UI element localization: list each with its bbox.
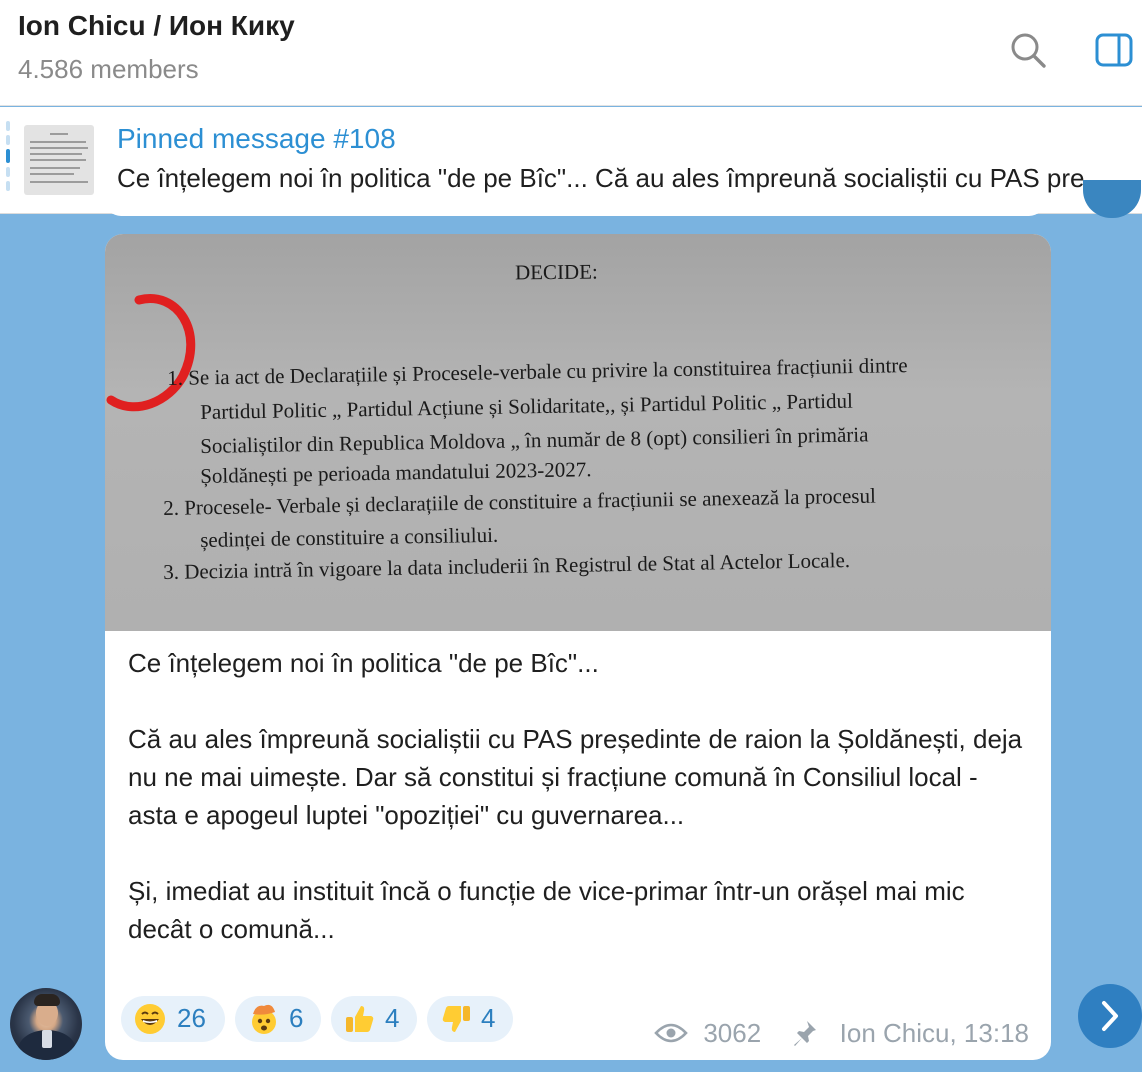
document-line: 3. Decizia intră în vigoare la data incl… <box>163 548 851 584</box>
document-line: Partidul Politic „ Partidul Acțiune și S… <box>200 388 854 424</box>
document-line: ședinței de constituire a consiliului. <box>200 522 499 552</box>
pin-icon <box>794 1021 817 1047</box>
author-time: Ion Chicu, 13:18 <box>839 1017 1029 1048</box>
message-photo[interactable]: DECIDE: 1. Se ia act de Declarațiile și … <box>105 234 1051 631</box>
message-paragraph: Că au ales împreună socialiștii cu PAS p… <box>128 724 1023 830</box>
pinned-indicator <box>6 121 10 201</box>
document-title: DECIDE: <box>514 259 598 285</box>
pinned-label: Pinned message #108 <box>117 123 396 154</box>
message-text: Ce înțelegem noi în politica "de pe Bîc"… <box>128 644 1028 948</box>
eye-icon <box>654 1023 688 1043</box>
reaction-count: 4 <box>481 1003 496 1033</box>
avatar[interactable] <box>10 988 82 1060</box>
thumbs-up-icon <box>346 1006 374 1032</box>
document-line: Socialiștilor din Republica Moldova „ în… <box>200 422 869 458</box>
message-paragraph: Ce înțelegem noi în politica "de pe Bîc"… <box>128 648 599 678</box>
search-icon[interactable] <box>1006 28 1050 72</box>
reaction-thumbs-down[interactable]: 4 <box>427 996 513 1042</box>
grinning-face-icon <box>135 1004 165 1034</box>
reaction-count: 26 <box>177 1003 206 1033</box>
reaction-grinning[interactable]: 26 <box>121 996 225 1042</box>
message-bubble[interactable]: DECIDE: 1. Se ia act de Declarațiile și … <box>105 234 1051 1060</box>
chat-header: Ion Chicu / Ион Кику 4.586 members <box>0 0 1142 106</box>
thumbs-down-icon <box>442 1006 470 1032</box>
document-line: 1. Se ia act de Declarațiile și Procesel… <box>167 353 908 390</box>
chat-title[interactable]: Ion Chicu / Ион Кику <box>18 10 295 42</box>
members-count: 4.586 members <box>18 54 199 84</box>
chevron-right-icon <box>1102 1001 1118 1031</box>
pinned-preview: Ce înțelegem noi în politica "de pe Bîc"… <box>117 163 1117 193</box>
forward-button[interactable] <box>1078 984 1142 1048</box>
side-panel-icon[interactable] <box>1092 28 1136 72</box>
views-count: 3062 <box>703 1017 762 1048</box>
message-meta: 3062 Ion Chicu, 13:18 <box>654 1016 1029 1052</box>
reaction-count: 4 <box>385 1003 400 1033</box>
reaction-thumbs-up[interactable]: 4 <box>331 996 417 1042</box>
document-line: 2. Procesele- Verbale și declarațiile de… <box>163 483 877 520</box>
document-line: Șoldănești pe perioada mandatului 2023-2… <box>200 457 592 488</box>
previous-message-edge <box>105 198 1045 216</box>
pinned-thumbnail <box>24 125 94 195</box>
message-paragraph: Și, imediat au instituit încă o funcție … <box>128 876 965 944</box>
reaction-exploding-head[interactable]: 6 <box>235 996 321 1042</box>
reaction-count: 6 <box>289 1003 304 1033</box>
exploding-head-icon <box>252 1004 276 1034</box>
